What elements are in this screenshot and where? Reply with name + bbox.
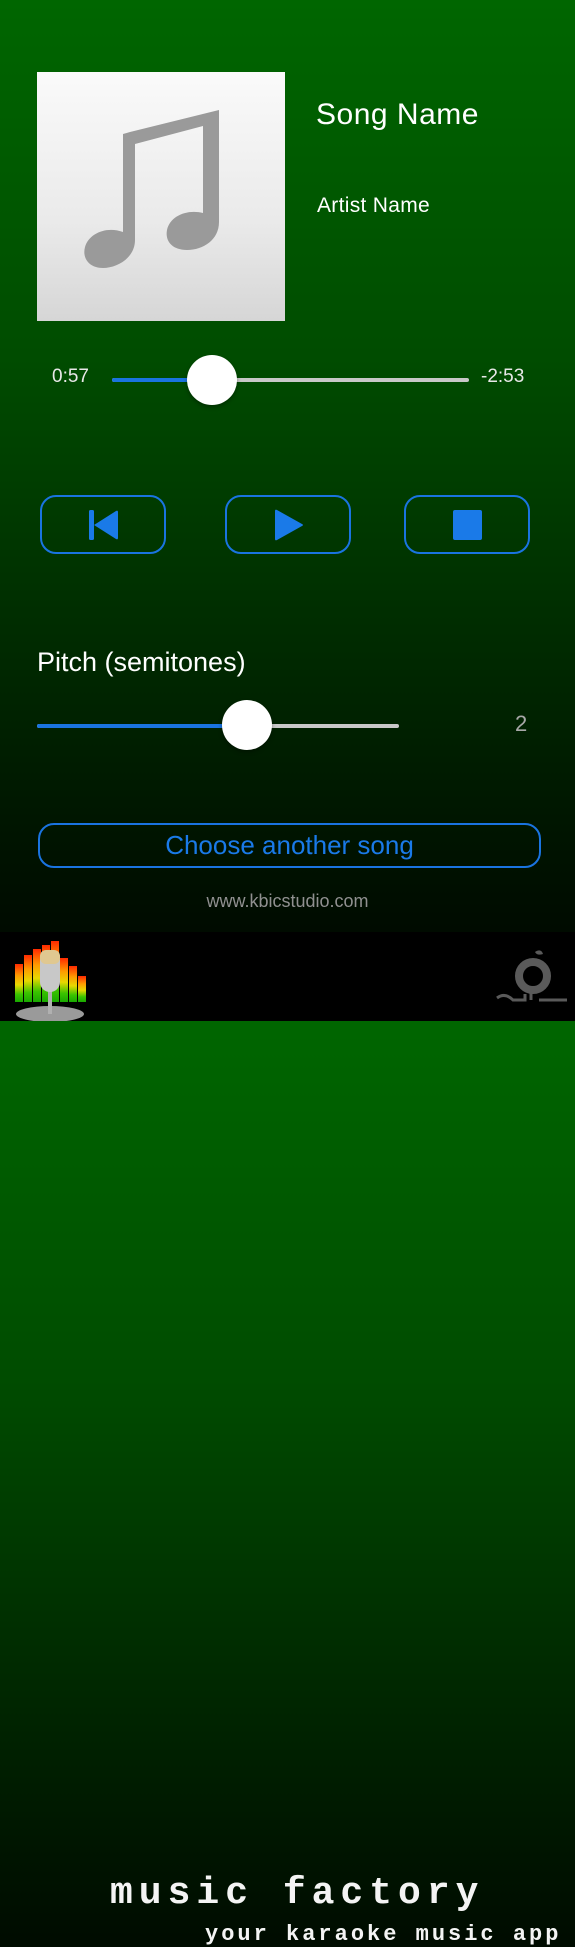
pitch-slider[interactable] — [37, 700, 399, 750]
previous-button[interactable] — [40, 495, 166, 554]
play-button[interactable] — [225, 495, 351, 554]
banner-subtitle: your karaoke music app — [205, 1922, 562, 1947]
skip-back-icon — [89, 509, 118, 540]
album-art — [37, 72, 285, 321]
pitch-track-left — [37, 724, 247, 728]
pitch-thumb[interactable] — [221, 700, 272, 750]
watermark-logo-icon — [496, 950, 567, 1002]
ad-banner[interactable]: music factory your karaoke music app — [0, 932, 575, 1947]
artist-name: Artist Name — [317, 194, 430, 217]
remaining-time: -2:53 — [481, 366, 525, 387]
progress-slider[interactable] — [112, 355, 469, 405]
progress-thumb[interactable] — [186, 355, 237, 405]
music-note-icon — [84, 110, 219, 268]
banner-title: music factory — [110, 1872, 485, 1915]
pitch-label: Pitch (semitones) — [37, 647, 246, 677]
elapsed-time: 0:57 — [52, 366, 89, 387]
song-name: Song Name — [316, 98, 479, 131]
play-icon — [275, 509, 303, 540]
microphone-equalizer-icon — [15, 941, 86, 1021]
pitch-value: 2 — [515, 711, 528, 736]
stop-icon — [453, 509, 482, 540]
stop-button[interactable] — [404, 495, 530, 554]
choose-another-song-button[interactable]: Choose another song — [38, 823, 541, 868]
website-link[interactable]: www.kbicstudio.com — [0, 891, 575, 912]
